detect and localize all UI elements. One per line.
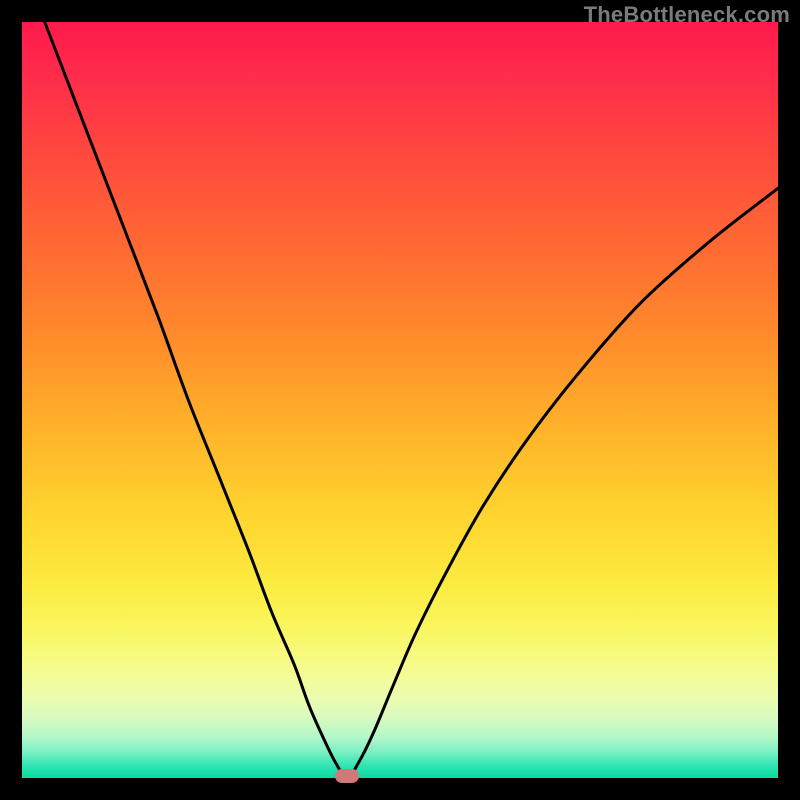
bottleneck-curve [22,22,778,778]
optimal-point-marker [335,769,359,783]
chart-frame [22,22,778,778]
plot-area [22,22,778,778]
